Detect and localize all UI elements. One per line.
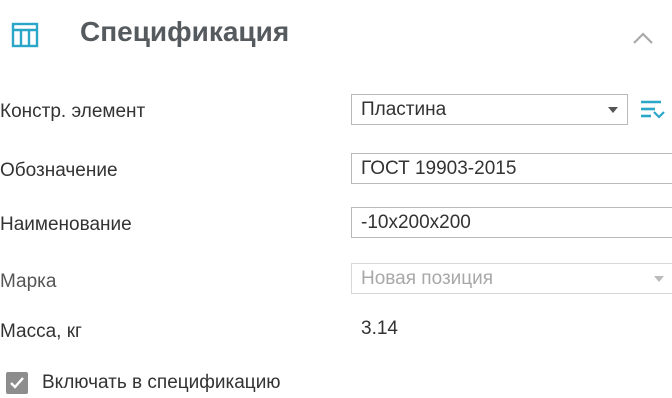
mark-select[interactable]: Новая позиция [351, 263, 672, 294]
name-label: Наименование [0, 214, 132, 235]
designation-input[interactable]: ГОСТ 19903-2015 [351, 153, 672, 184]
include-in-spec-label[interactable]: Включать в спецификацию [42, 371, 281, 395]
element-label: Констр. элемент [0, 101, 146, 122]
checkmark-icon [10, 377, 24, 389]
chevron-down-icon [654, 276, 664, 282]
mark-select-placeholder: Новая позиция [361, 268, 494, 289]
chevron-up-icon[interactable] [628, 28, 658, 46]
chevron-down-icon [608, 107, 618, 113]
table-icon [11, 22, 39, 48]
section-header[interactable]: Спецификация [0, 0, 672, 66]
designation-label: Обозначение [0, 160, 118, 181]
mass-label: Масса, кг [0, 321, 82, 342]
mark-label: Марка [0, 271, 57, 292]
element-select[interactable]: Пластина [351, 94, 628, 125]
include-in-spec-checkbox[interactable] [6, 372, 28, 394]
section-title: Спецификация [80, 16, 290, 47]
filter-list-icon[interactable] [639, 97, 665, 121]
mass-value: 3.14 [351, 314, 672, 345]
name-input[interactable]: -10x200x200 [351, 207, 672, 238]
element-select-value: Пластина [361, 99, 447, 120]
